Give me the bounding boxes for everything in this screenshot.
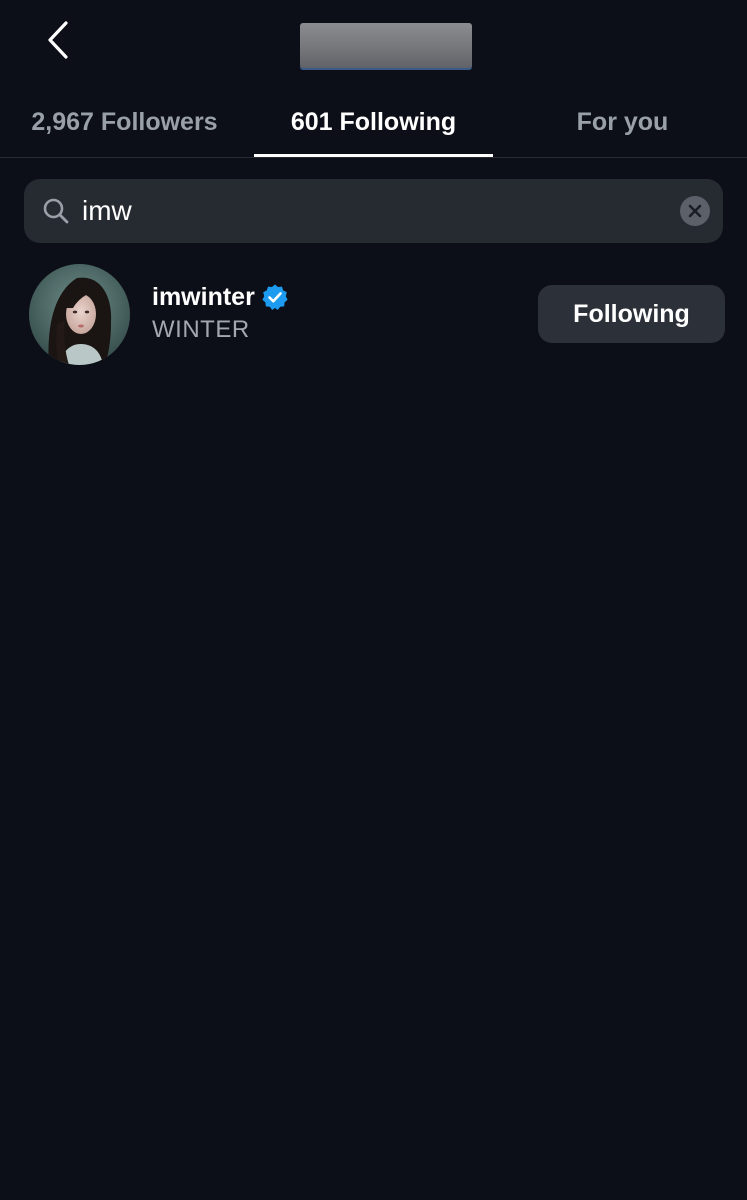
- following-button[interactable]: Following: [538, 285, 725, 343]
- search-bar[interactable]: [24, 179, 723, 243]
- profile-username-redacted: [300, 23, 472, 68]
- search-icon: [43, 198, 69, 224]
- list-item[interactable]: imwinter WINTER Following: [0, 258, 747, 370]
- verified-badge-icon: [262, 284, 288, 310]
- back-button[interactable]: [36, 16, 80, 64]
- tab-bar: 2,967 Followers 601 Following For you: [0, 88, 747, 158]
- top-header: 2,967 Followers 601 Following For you: [0, 0, 747, 160]
- tab-following[interactable]: 601 Following: [254, 88, 493, 156]
- tab-for-you[interactable]: For you: [498, 88, 747, 156]
- clear-search-button[interactable]: [680, 196, 710, 226]
- username-row: imwinter: [152, 280, 289, 314]
- username[interactable]: imwinter: [152, 283, 255, 312]
- header-divider: [0, 157, 747, 158]
- search-input[interactable]: [82, 187, 662, 235]
- user-full-name: WINTER: [152, 316, 250, 343]
- avatar[interactable]: [29, 264, 130, 365]
- tab-followers[interactable]: 2,967 Followers: [0, 88, 249, 156]
- chevron-left-icon: [48, 21, 68, 59]
- close-icon: [688, 204, 702, 218]
